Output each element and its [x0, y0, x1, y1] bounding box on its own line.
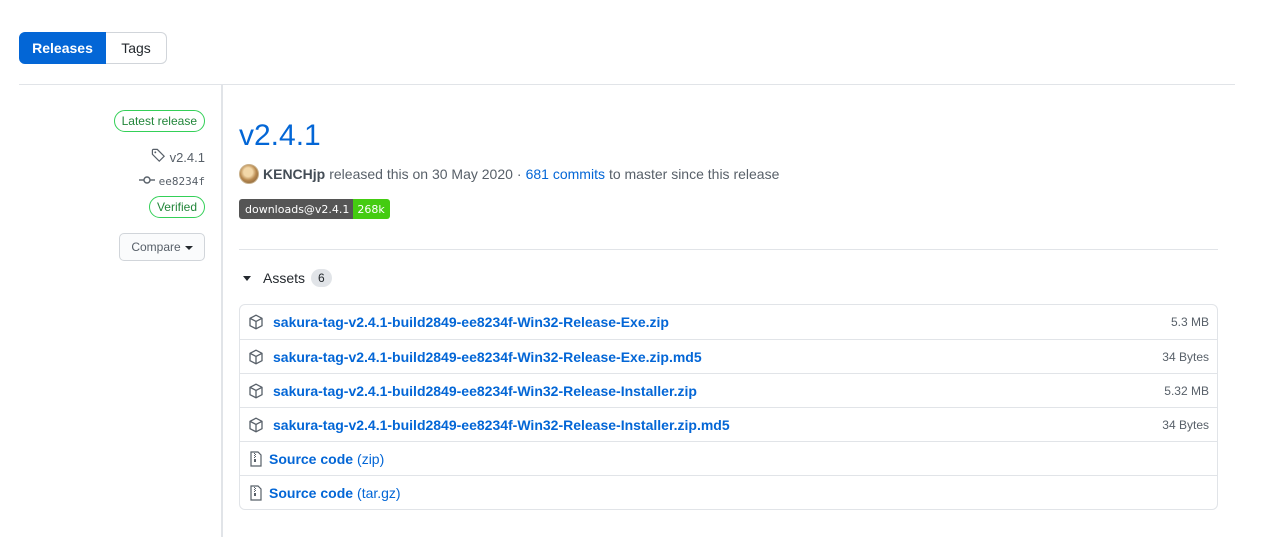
asset-row[interactable]: sakura-tag-v2.4.1-build2849-ee8234f-Win3… [240, 407, 1217, 441]
source-code-format: (zip) [357, 450, 385, 467]
commit-sha: ee8234f [158, 175, 205, 188]
file-zip-icon [248, 450, 264, 467]
source-code-label: Source code [269, 450, 354, 467]
asset-row[interactable]: sakura-tag-v2.4.1-build2849-ee8234f-Win3… [240, 373, 1217, 407]
asset-size: 5.32 MB [1164, 383, 1209, 398]
source-code-row[interactable]: Source code (zip) [240, 441, 1217, 475]
assets-toggle[interactable]: Assets 6 [239, 268, 1218, 288]
timeline-divider [221, 85, 223, 537]
tag-icon [151, 148, 166, 166]
asset-link[interactable]: sakura-tag-v2.4.1-build2849-ee8234f-Win3… [273, 417, 1162, 433]
release-tag-link[interactable]: v2.4.1 [151, 148, 205, 166]
tab-releases[interactable]: Releases [19, 32, 106, 64]
verified-badge[interactable]: Verified [148, 196, 205, 218]
asset-list: sakura-tag-v2.4.1-build2849-ee8234f-Win3… [239, 304, 1218, 510]
byline-separator: · [516, 166, 522, 182]
assets-count: 6 [311, 269, 332, 287]
commit-icon [138, 175, 155, 188]
tag-name: v2.4.1 [169, 149, 205, 165]
source-code-targz-link[interactable]: Source code (tar.gz) [269, 485, 401, 501]
source-code-row[interactable]: Source code (tar.gz) [240, 475, 1217, 509]
asset-size: 34 Bytes [1162, 349, 1209, 364]
badge-label: downloads@v2.4.1 [239, 199, 354, 219]
compare-label: Compare [131, 240, 181, 254]
release-title[interactable]: v2.4.1 [239, 118, 1218, 154]
release-body: v2.4.1 KENCHjp released this on 30 May 2… [239, 110, 1218, 510]
asset-row[interactable]: sakura-tag-v2.4.1-build2849-ee8234f-Win3… [240, 339, 1217, 373]
release-meta: Latest release v2.4.1 ee8234f Verified C… [85, 110, 205, 261]
asset-row[interactable]: sakura-tag-v2.4.1-build2849-ee8234f-Win3… [240, 305, 1217, 339]
tab-tags[interactable]: Tags [106, 32, 167, 64]
triangle-down-icon [243, 275, 251, 281]
release-commit-link[interactable]: ee8234f [138, 175, 205, 188]
badge-value: 268k [353, 199, 390, 219]
package-icon [248, 383, 264, 399]
latest-release-label: Latest release [113, 110, 205, 132]
source-code-label: Source code [269, 484, 354, 501]
author-link[interactable]: KENCHjp [263, 166, 325, 182]
asset-link[interactable]: sakura-tag-v2.4.1-build2849-ee8234f-Win3… [273, 349, 1162, 365]
released-text: released this on 30 May 2020 [329, 166, 513, 182]
asset-link[interactable]: sakura-tag-v2.4.1-build2849-ee8234f-Win3… [273, 383, 1164, 399]
assets-divider [239, 249, 1218, 250]
assets-heading: Assets [263, 270, 306, 286]
avatar[interactable] [239, 164, 259, 184]
releases-tags-switcher: Releases Tags [19, 32, 167, 64]
commits-link[interactable]: 681 commits [526, 166, 605, 182]
package-icon [248, 314, 264, 330]
source-code-zip-link[interactable]: Source code (zip) [269, 451, 384, 467]
release-byline: KENCHjp released this on 30 May 2020 · 6… [239, 163, 1218, 185]
commits-suffix: to master since this release [608, 166, 780, 182]
file-zip-icon [248, 484, 264, 501]
compare-button[interactable]: Compare [119, 233, 205, 261]
package-icon [248, 417, 264, 433]
asset-size: 5.3 MB [1170, 315, 1209, 329]
header-divider [19, 84, 1235, 85]
downloads-badge: downloads@v2.4.1 268k [239, 199, 390, 219]
chevron-down-icon [184, 245, 193, 250]
asset-link[interactable]: sakura-tag-v2.4.1-build2849-ee8234f-Win3… [273, 314, 1171, 330]
package-icon [248, 349, 264, 365]
asset-size: 34 Bytes [1162, 417, 1209, 432]
source-code-format: (tar.gz) [357, 484, 401, 501]
